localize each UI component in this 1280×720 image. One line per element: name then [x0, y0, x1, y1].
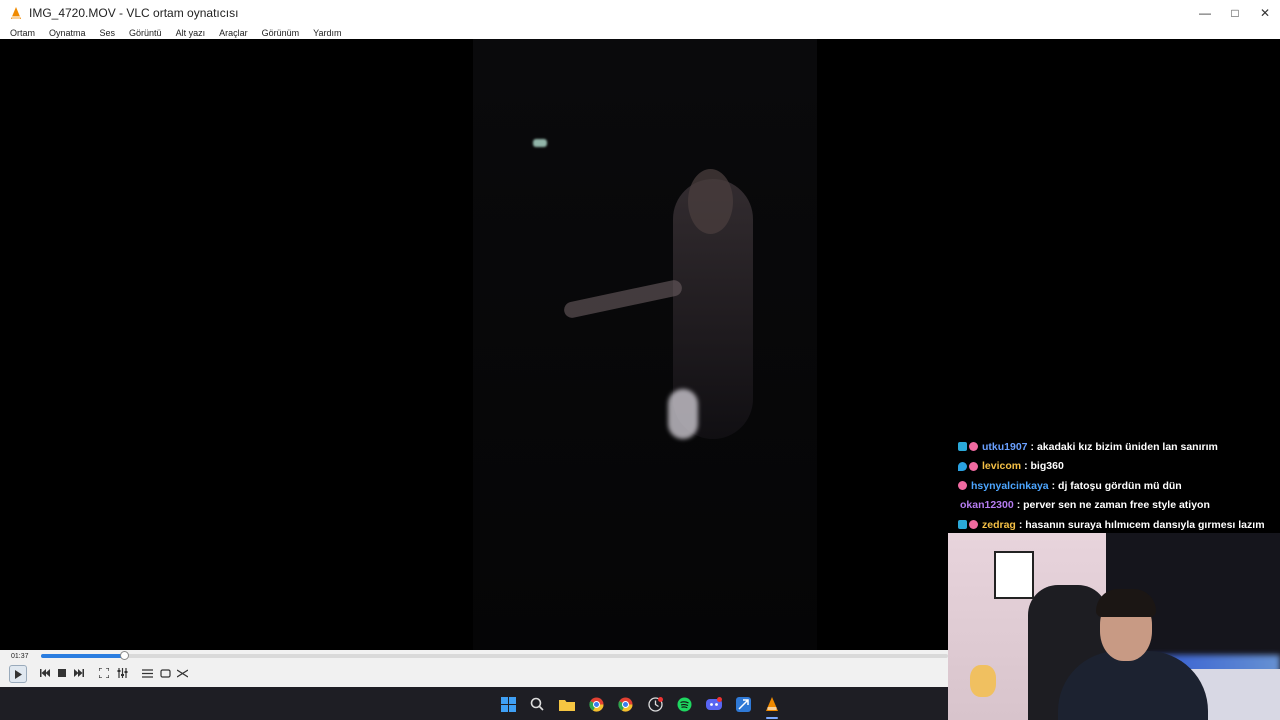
chat-text: : akadaki kız bizim üniden lan sanırım [1030, 440, 1218, 453]
plush-toy [970, 665, 996, 697]
menu-gorunum[interactable]: Görünüm [259, 28, 300, 38]
menu-araclar[interactable]: Araçlar [216, 28, 248, 38]
elapsed-time: 01:37 [11, 653, 29, 660]
chat-username: utku1907 [982, 440, 1028, 453]
chat-username: levicom [982, 460, 1022, 473]
light-flash [533, 139, 547, 147]
extended-settings-icon [117, 668, 127, 678]
play-icon [15, 669, 22, 679]
chat-text: : big360 [1024, 460, 1064, 473]
search-icon[interactable] [529, 696, 545, 712]
title-bar: IMG_4720.MOV - VLC ortam oynatıcısı — □ … [0, 0, 1280, 26]
heart-badge-icon [969, 520, 978, 530]
screen: IMG_4720.MOV - VLC ortam oynatıcısı — □ … [0, 0, 1280, 720]
vlc-icon[interactable] [764, 696, 780, 712]
drop-badge-icon [958, 461, 967, 471]
chat-overlay: utku1907 : akadaki kız bizim üniden lan … [958, 437, 1280, 535]
chat-message: hsynyalcinkaya : dj fatoşu gördün mü dün [958, 476, 1280, 496]
menu-yardim[interactable]: Yardım [310, 28, 341, 38]
discord-icon[interactable] [706, 696, 722, 712]
heart-badge-icon [969, 461, 978, 471]
windows-start-icon[interactable] [500, 696, 516, 712]
fullscreen-icon [99, 668, 109, 678]
menu-alt-yazi[interactable]: Alt yazı [173, 28, 206, 38]
shuffle-icon [176, 668, 188, 678]
stop-icon [58, 669, 66, 677]
chat-message: utku1907 : akadaki kız bizim üniden lan … [958, 437, 1280, 457]
playlist-icon [141, 668, 153, 678]
next-icon [74, 669, 84, 677]
webcam-poster [994, 551, 1034, 599]
chat-username: okan12300 [960, 499, 1014, 512]
chrome-icon[interactable] [588, 696, 604, 712]
menu-oynatma[interactable]: Oynatma [46, 28, 86, 38]
chat-message: okan12300 : perver sen ne zaman free sty… [958, 496, 1280, 516]
file-explorer-icon[interactable] [559, 696, 575, 712]
vlc-logo-icon [9, 6, 23, 20]
chat-text: : perver sen ne zaman free style atiyon [1016, 499, 1210, 512]
chat-username: zedrag [982, 518, 1016, 531]
app-icon[interactable] [735, 696, 751, 712]
play-button[interactable] [9, 665, 27, 683]
clock-app-icon[interactable] [647, 696, 663, 712]
menu-ses[interactable]: Ses [97, 28, 116, 38]
active-app-indicator [766, 717, 778, 719]
maximize-button[interactable]: □ [1220, 0, 1250, 26]
next-button[interactable] [72, 666, 86, 680]
loop-icon [159, 668, 171, 678]
video-frame [473, 39, 817, 650]
previous-icon [40, 669, 50, 677]
stop-button[interactable] [55, 666, 69, 680]
chat-message: zedrag : hasanın suraya hılmıcem dansıyl… [958, 515, 1280, 535]
chat-text: : dj fatoşu gördün mü dün [1051, 479, 1182, 492]
heart-badge-icon [969, 442, 978, 452]
close-button[interactable]: ✕ [1250, 0, 1280, 26]
loop-button[interactable] [158, 666, 172, 680]
webcam-overlay [948, 533, 1280, 720]
prime-badge-icon [958, 520, 967, 530]
dancer-arm [562, 278, 684, 320]
minimize-button[interactable]: — [1190, 0, 1220, 26]
prime-badge-icon [958, 442, 967, 452]
seek-handle[interactable] [120, 651, 130, 660]
previous-button[interactable] [38, 666, 52, 680]
heart-badge-icon [958, 481, 967, 491]
dancer-head [688, 169, 733, 234]
playlist-button[interactable] [140, 666, 154, 680]
spotify-icon[interactable] [676, 696, 692, 712]
menu-ortam[interactable]: Ortam [7, 28, 35, 38]
extended-settings-button[interactable] [115, 666, 129, 680]
chrome-icon[interactable] [617, 696, 633, 712]
window-controls: — □ ✕ [1190, 0, 1280, 26]
player-controls: 01:37 [0, 650, 948, 687]
window-title: IMG_4720.MOV - VLC ortam oynatıcısı [29, 6, 239, 20]
chat-text: : hasanın suraya hılmıcem dansıyla gırme… [1018, 518, 1265, 531]
chat-username: hsynyalcinkaya [971, 479, 1049, 492]
chat-message: levicom : big360 [958, 457, 1280, 477]
dancer-leg [668, 389, 698, 439]
taskbar [0, 687, 948, 720]
menu-goruntu[interactable]: Görüntü [126, 28, 162, 38]
streamer-hair [1096, 589, 1156, 617]
seek-bar[interactable] [41, 651, 948, 660]
shuffle-button[interactable] [175, 666, 189, 680]
menu-bar: Ortam Oynatma Ses Görüntü Alt yazı Araçl… [0, 26, 1280, 39]
fullscreen-button[interactable] [97, 666, 111, 680]
seek-bar-fill [41, 654, 125, 658]
